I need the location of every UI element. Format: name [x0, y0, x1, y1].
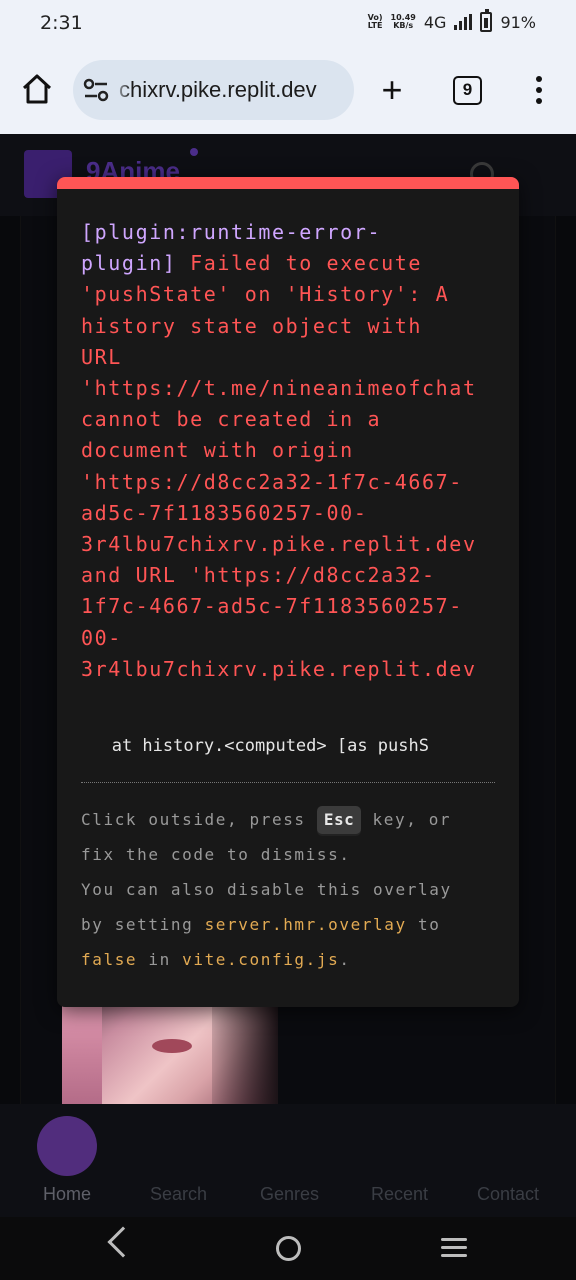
status-bar: 2:31 Vo) LTE 10.49 KB/s 4G 91% — [0, 0, 576, 48]
battery-icon — [480, 9, 493, 32]
home-circle-icon[interactable] — [276, 1236, 301, 1261]
home-icon[interactable] — [20, 72, 54, 106]
nav-genres[interactable]: Genres — [260, 1184, 319, 1205]
nav-recent[interactable]: Recent — [371, 1184, 428, 1205]
battery-level: 91% — [500, 12, 536, 32]
nav-search[interactable]: Search — [150, 1184, 207, 1205]
error-stack: at history.<computed> [as pushS — [81, 736, 429, 756]
config-value: false — [81, 950, 138, 969]
nav-contact[interactable]: Contact — [477, 1184, 539, 1205]
error-message: [plugin:runtime-error- plugin] Failed to… — [81, 217, 495, 685]
error-accent-bar — [57, 177, 519, 189]
esc-key: Esc — [316, 806, 362, 834]
config-key: server.hmr.overlay — [204, 915, 407, 934]
volte-icon: Vo) LTE — [367, 13, 383, 30]
divider — [81, 782, 495, 783]
system-nav-bar — [0, 1217, 576, 1280]
more-menu-icon[interactable] — [536, 76, 544, 106]
tab-switcher-button[interactable]: 9 — [453, 76, 482, 105]
error-overlay[interactable]: [plugin:runtime-error- plugin] Failed to… — [57, 177, 519, 1007]
overlay-tip: Click outside, press Esc key, or fix the… — [81, 802, 501, 977]
browser-toolbar: chixrv.pike.replit.dev + 9 — [0, 48, 576, 134]
network-type: 4G — [423, 12, 447, 32]
address-bar[interactable]: chixrv.pike.replit.dev — [73, 60, 354, 120]
network-speed: 10.49 KB/s — [390, 13, 416, 30]
new-tab-button[interactable]: + — [372, 72, 412, 112]
signal-icon — [454, 14, 473, 30]
status-time: 2:31 — [40, 12, 83, 34]
error-text: Failed to execute 'pushState' on 'Histor… — [81, 251, 477, 681]
bottom-nav: Home Search Genres Recent Contact — [0, 1104, 576, 1217]
home-nav-indicator[interactable] — [37, 1116, 97, 1176]
config-file: vite.config.js — [182, 950, 340, 969]
recent-apps-icon[interactable] — [441, 1238, 467, 1262]
url-text[interactable]: chixrv.pike.replit.dev — [119, 77, 317, 103]
site-settings-icon[interactable] — [83, 78, 109, 102]
nav-home[interactable]: Home — [43, 1184, 91, 1205]
status-icons: Vo) LTE 10.49 KB/s 4G 91% — [367, 9, 536, 32]
back-icon[interactable] — [107, 1226, 139, 1258]
